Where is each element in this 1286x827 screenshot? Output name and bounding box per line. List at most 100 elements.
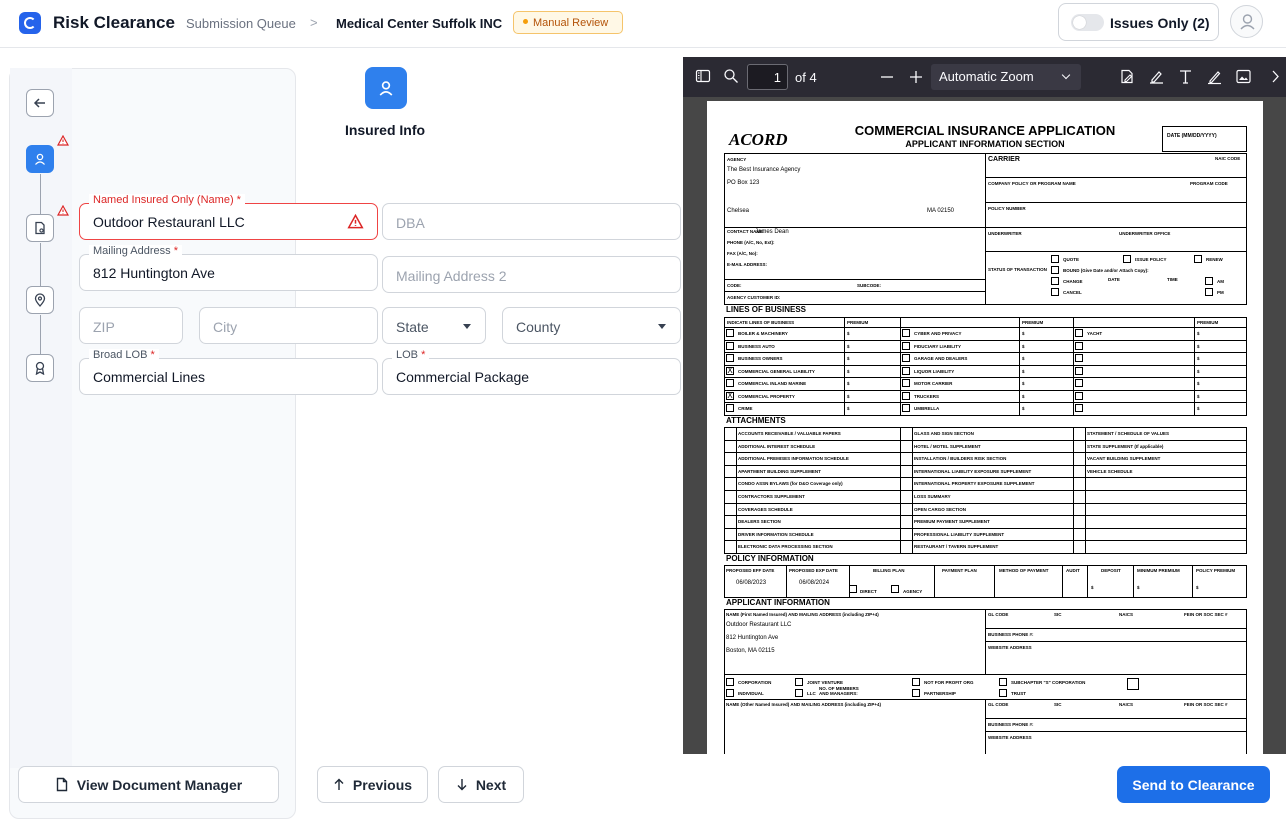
chevron-down-icon bbox=[658, 324, 666, 329]
mailing-address-2-input[interactable]: Mailing Address 2 bbox=[382, 256, 681, 293]
pdf-lob-label: BOILER & MACHINERY bbox=[738, 331, 788, 336]
zoom-select[interactable]: Automatic Zoom bbox=[931, 64, 1081, 90]
pdf-checkbox bbox=[1051, 255, 1059, 263]
dba-placeholder: DBA bbox=[396, 215, 425, 231]
zoom-in-icon[interactable] bbox=[908, 69, 924, 85]
next-button[interactable]: Next bbox=[438, 766, 524, 803]
required-marker: * bbox=[150, 349, 155, 361]
previous-button[interactable]: Previous bbox=[317, 766, 428, 803]
pdf-lob-checkbox bbox=[902, 366, 910, 375]
highlight-icon[interactable] bbox=[1148, 68, 1165, 85]
back-button[interactable] bbox=[26, 89, 54, 117]
warning-icon bbox=[57, 135, 69, 146]
pdf-lob-label: CRIME bbox=[738, 406, 753, 411]
dba-input[interactable]: DBA bbox=[382, 203, 681, 240]
breadcrumb-submission-queue[interactable]: Submission Queue bbox=[186, 16, 296, 31]
pdf-checkbox bbox=[1051, 288, 1059, 296]
text-tool-icon[interactable] bbox=[1177, 68, 1194, 85]
pdf-lob-checkbox bbox=[902, 404, 910, 412]
pdf-attachment-label: VACANT BUILDING SUPPLEMENT bbox=[1087, 456, 1161, 462]
pdf-checkbox bbox=[1205, 277, 1213, 285]
pdf-attachment-label: GLASS AND SIGN SECTION bbox=[914, 431, 974, 436]
pdf-attachment-label: STATEMENT / SCHEDULE OF VALUES bbox=[1087, 431, 1170, 436]
pdf-viewer[interactable]: 1 of 4 Automatic Zoom COMMERCIAL INSURAN… bbox=[683, 57, 1286, 754]
pdf-checkbox bbox=[1123, 255, 1131, 263]
pdf-agency-customer-label: AGENCY CUSTOMER ID: bbox=[727, 295, 781, 300]
sidebar-toggle-icon[interactable] bbox=[695, 68, 711, 84]
image-icon[interactable] bbox=[1235, 68, 1252, 85]
signature-icon[interactable] bbox=[1119, 68, 1136, 85]
pdf-applicant-name: Outdoor Restaurant LLC bbox=[726, 622, 792, 628]
pdf-billing-plan-label: BILLING PLAN bbox=[873, 568, 905, 573]
pdf-sic-label: SIC bbox=[1054, 612, 1062, 617]
pdf-renew: RENEW bbox=[1206, 257, 1223, 262]
pdf-page: COMMERCIAL INSURANCE APPLICATION APPLICA… bbox=[707, 101, 1263, 754]
send-to-clearance-button[interactable]: Send to Clearance bbox=[1117, 766, 1270, 803]
pdf-checkbox bbox=[912, 689, 920, 697]
chevron-right-icon[interactable] bbox=[1268, 68, 1282, 85]
pdf-subcode-label: SUBCODE: bbox=[857, 283, 882, 288]
step-insured-info[interactable] bbox=[26, 145, 54, 173]
pdf-program-code-label: PROGRAM CODE bbox=[1190, 181, 1228, 186]
issues-only-toggle-button[interactable]: Issues Only (2) bbox=[1058, 3, 1219, 41]
pdf-business-phone-label: BUSINESS PHONE #: bbox=[988, 632, 1034, 637]
broad-lob-value: Commercial Lines bbox=[93, 369, 206, 385]
pdf-not-for-profit: NOT FOR PROFIT ORG bbox=[924, 680, 974, 685]
pdf-lob-checkbox: X bbox=[726, 390, 734, 400]
pdf-am: AM bbox=[1217, 279, 1224, 284]
pdf-agency-label: AGENCY bbox=[727, 157, 747, 162]
step-award[interactable] bbox=[26, 354, 54, 382]
city-input[interactable]: City bbox=[199, 307, 378, 344]
state-select[interactable]: State bbox=[382, 307, 486, 344]
pdf-line bbox=[724, 527, 1247, 529]
arrow-left-icon bbox=[33, 98, 45, 108]
pdf-naic-code-label: NAIC CODE bbox=[1215, 156, 1241, 161]
pdf-checkbox bbox=[726, 678, 734, 686]
view-document-manager-label: View Document Manager bbox=[76, 776, 243, 793]
named-insured-field[interactable]: Named Insured Only (Name) * Outdoor Rest… bbox=[79, 194, 378, 240]
pdf-dollar: $ bbox=[1197, 331, 1200, 336]
step-location[interactable] bbox=[26, 286, 54, 314]
pdf-proposed-exp-label: PROPOSED EXP DATE bbox=[789, 568, 838, 573]
view-document-manager-button[interactable]: View Document Manager bbox=[18, 766, 279, 803]
search-icon[interactable] bbox=[723, 68, 739, 84]
avatar[interactable] bbox=[1230, 5, 1263, 38]
pdf-attachment-label: APARTMENT BUILDING SUPPLEMENT bbox=[738, 468, 821, 474]
mailing-address-input[interactable]: Mailing Address * 812 Huntington Ave bbox=[79, 245, 378, 291]
pdf-dollar: $ bbox=[847, 331, 850, 336]
pdf-website-label: WEBSITE ADDRESS bbox=[988, 735, 1032, 740]
pdf-applicant-street: 812 Huntington Ave bbox=[726, 635, 779, 641]
status-badge: Manual Review bbox=[513, 11, 623, 34]
pdf-attachment-label: LOSS SUMMARY bbox=[914, 494, 951, 499]
pdf-company-policy-label: COMPANY POLICY OR PROGRAM NAME bbox=[988, 181, 1076, 186]
page-count: of 4 bbox=[795, 70, 817, 85]
pdf-website-label: WEBSITE ADDRESS bbox=[988, 645, 1032, 650]
location-pin-icon bbox=[34, 293, 46, 307]
county-select[interactable]: County bbox=[502, 307, 681, 344]
zip-input[interactable]: ZIP bbox=[79, 307, 183, 344]
pdf-members-managers: NO. OF MEMBERS AND MANAGERS: bbox=[819, 686, 859, 696]
pdf-premium-label: PREMIUM bbox=[1197, 320, 1219, 325]
pdf-line bbox=[724, 291, 985, 292]
pdf-line bbox=[985, 699, 986, 754]
pdf-line bbox=[724, 279, 985, 280]
toggle-switch[interactable] bbox=[1071, 14, 1104, 31]
pdf-attachment-label: CONTRACTORS SUPPLEMENT bbox=[738, 494, 805, 499]
step-documents[interactable] bbox=[26, 214, 54, 242]
pdf-dollar: $ bbox=[847, 406, 850, 411]
user-icon bbox=[1240, 14, 1255, 30]
pdf-attachment-label: ACCOUNTS RECEIVABLE / VALUABLE PAPERS bbox=[738, 431, 841, 436]
pdf-date: DATE bbox=[1108, 277, 1120, 282]
state-placeholder: State bbox=[396, 319, 429, 335]
draw-icon[interactable] bbox=[1206, 68, 1223, 85]
pdf-checkbox bbox=[1194, 255, 1202, 263]
mailing-address-label-text: Mailing Address bbox=[93, 245, 171, 257]
pdf-agency-city: Chelsea bbox=[727, 208, 750, 214]
pdf-line bbox=[900, 317, 901, 416]
pdf-line bbox=[724, 515, 1247, 517]
pdf-line bbox=[844, 317, 845, 416]
lob-field[interactable]: LOB * Commercial Package bbox=[382, 349, 681, 395]
zoom-out-icon[interactable] bbox=[879, 69, 895, 85]
page-number-input[interactable]: 1 bbox=[747, 64, 788, 90]
broad-lob-field[interactable]: Broad LOB * Commercial Lines bbox=[79, 349, 378, 395]
